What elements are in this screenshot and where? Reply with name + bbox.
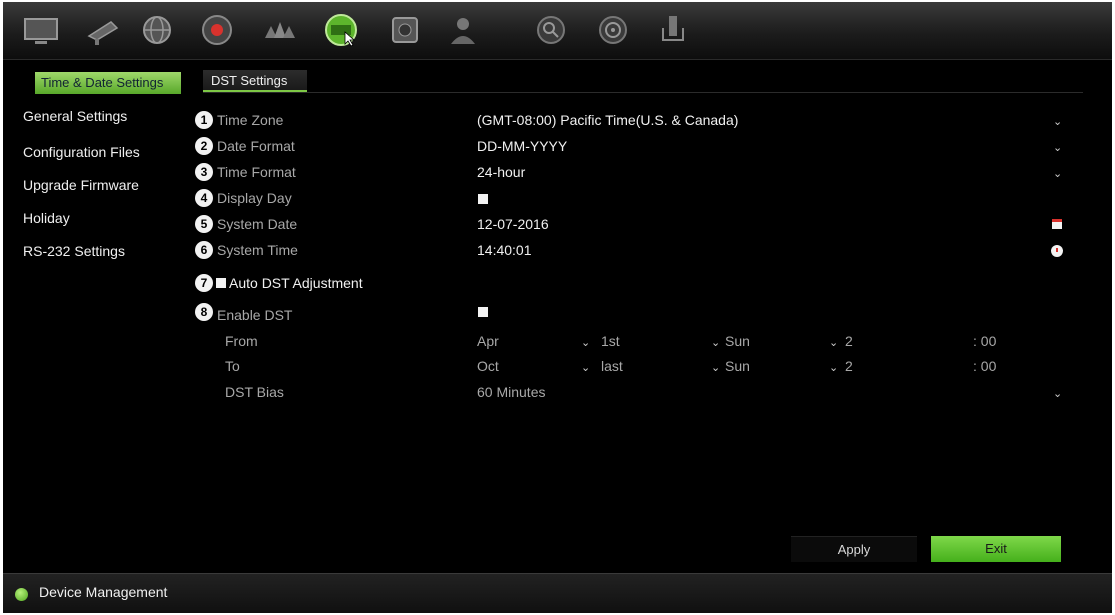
- status-label: Device Management: [39, 584, 168, 600]
- sidebar-item-rs232[interactable]: RS-232 Settings: [23, 240, 125, 262]
- record-icon[interactable]: [197, 10, 237, 50]
- tab-dst-settings[interactable]: DST Settings: [203, 70, 307, 92]
- tab-divider: [203, 92, 1083, 93]
- chevron-down-icon[interactable]: ⌄: [829, 333, 838, 353]
- from-minutes: : 00: [973, 333, 997, 349]
- callout-4: 4: [195, 189, 213, 207]
- sidebar-item-configuration-files[interactable]: Configuration Files: [23, 141, 140, 163]
- to-day-select[interactable]: Sun: [725, 356, 750, 376]
- from-week-select[interactable]: 1st: [601, 331, 620, 351]
- device-icon[interactable]: [321, 10, 361, 50]
- callout-3: 3: [195, 163, 213, 181]
- from-month-select[interactable]: Apr: [477, 331, 499, 351]
- playback-icon[interactable]: [593, 10, 633, 50]
- from-hour-select[interactable]: 2: [845, 331, 853, 351]
- status-bar: Device Management: [3, 573, 1112, 613]
- sidebar: Time & Date Settings General Settings Co…: [3, 60, 191, 570]
- from-label: From: [225, 333, 258, 349]
- user-icon[interactable]: [443, 10, 483, 50]
- dvr-window: Time & Date Settings General Settings Co…: [3, 2, 1112, 613]
- to-month-select[interactable]: Oct: [477, 356, 499, 376]
- storage-icon[interactable]: [385, 10, 425, 50]
- time-format-label: Time Format: [217, 164, 296, 180]
- display-day-label: Display Day: [217, 190, 292, 206]
- alarm-icon[interactable]: [259, 10, 299, 50]
- system-date-label: System Date: [217, 216, 298, 232]
- main-toolbar: [3, 2, 1112, 60]
- shutdown-icon[interactable]: [653, 10, 693, 50]
- chevron-down-icon[interactable]: ⌄: [581, 333, 590, 353]
- chevron-down-icon[interactable]: ⌄: [1053, 138, 1062, 158]
- callout-8: 8: [195, 303, 213, 321]
- time-format-select[interactable]: 24-hour: [477, 162, 525, 182]
- system-time-field[interactable]: 14:40:01: [477, 240, 532, 260]
- sidebar-item-general[interactable]: General Settings: [23, 105, 127, 127]
- time-zone-label: Time Zone: [217, 112, 284, 128]
- dst-bias-select[interactable]: 60 Minutes: [477, 382, 545, 402]
- chevron-down-icon[interactable]: ⌄: [1053, 384, 1062, 404]
- enable-dst-label: Enable DST: [217, 307, 293, 323]
- clock-icon[interactable]: [1051, 245, 1063, 257]
- callout-6: 6: [195, 241, 213, 259]
- auto-dst-label: Auto DST Adjustment: [229, 275, 363, 291]
- chevron-down-icon[interactable]: ⌄: [711, 358, 720, 378]
- from-day-select[interactable]: Sun: [725, 331, 750, 351]
- camera-icon[interactable]: [83, 10, 123, 50]
- status-indicator-icon: [15, 588, 28, 601]
- exit-button[interactable]: Exit: [931, 536, 1061, 562]
- sidebar-item-upgrade-firmware[interactable]: Upgrade Firmware: [23, 174, 139, 196]
- chevron-down-icon[interactable]: ⌄: [711, 333, 720, 353]
- monitor-icon[interactable]: [21, 10, 61, 50]
- system-date-field[interactable]: 12-07-2016: [477, 214, 549, 234]
- enable-dst-checkbox[interactable]: [478, 307, 488, 317]
- chevron-down-icon[interactable]: ⌄: [581, 358, 590, 378]
- to-hour-select[interactable]: 2: [845, 356, 853, 376]
- to-label: To: [225, 358, 240, 374]
- to-week-select[interactable]: last: [601, 356, 623, 376]
- dst-bias-label: DST Bias: [225, 384, 284, 400]
- date-format-label: Date Format: [217, 138, 295, 154]
- system-time-label: System Time: [217, 242, 298, 258]
- chevron-down-icon[interactable]: ⌄: [829, 358, 838, 378]
- callout-1: 1: [195, 111, 213, 129]
- callout-2: 2: [195, 137, 213, 155]
- search-icon[interactable]: [531, 10, 571, 50]
- sidebar-item-time-date[interactable]: Time & Date Settings: [35, 72, 181, 94]
- time-zone-select[interactable]: (GMT-08:00) Pacific Time(U.S. & Canada): [477, 110, 738, 130]
- date-format-select[interactable]: DD-MM-YYYY: [477, 136, 567, 156]
- to-minutes: : 00: [973, 358, 997, 374]
- apply-button[interactable]: Apply: [791, 536, 917, 562]
- auto-dst-checkbox[interactable]: [216, 278, 226, 288]
- chevron-down-icon[interactable]: ⌄: [1053, 112, 1062, 132]
- chevron-down-icon[interactable]: ⌄: [1053, 164, 1062, 184]
- calendar-icon[interactable]: [1052, 219, 1062, 229]
- callout-5: 5: [195, 215, 213, 233]
- display-day-checkbox[interactable]: [478, 194, 488, 204]
- network-icon[interactable]: [137, 10, 177, 50]
- callout-7: 7: [195, 274, 213, 292]
- sidebar-item-holiday[interactable]: Holiday: [23, 207, 70, 229]
